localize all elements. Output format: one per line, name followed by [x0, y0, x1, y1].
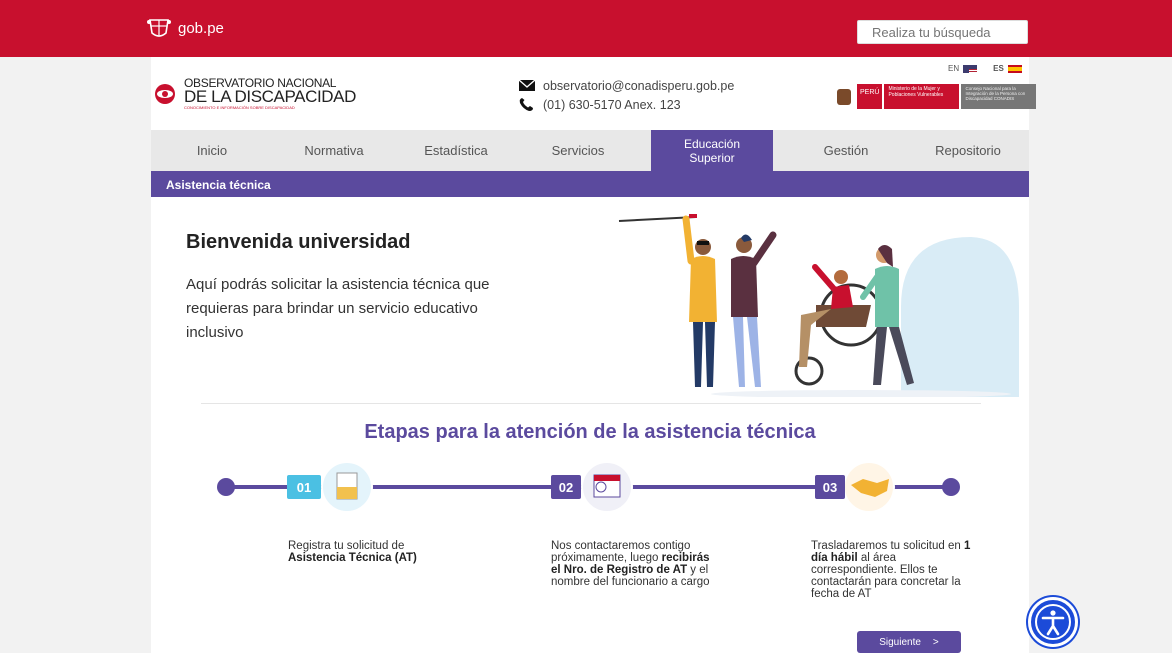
step-2-description: Nos contactaremos contigo próximamente, …: [551, 540, 711, 588]
gov-ministry-label: Ministerio de la Mujer y Poblaciones Vul…: [884, 84, 960, 109]
section-divider: [201, 403, 981, 404]
step-1-text: Registra tu solicitud de: [288, 540, 405, 552]
lang-en[interactable]: EN: [948, 64, 978, 73]
nav-item-educacion-superior[interactable]: Educación Superior: [651, 130, 773, 171]
inclusion-illustration: [618, 214, 1019, 397]
nav-item-servicios[interactable]: Servicios: [517, 130, 639, 171]
accessibility-icon: [1035, 604, 1071, 640]
observatorio-logo[interactable]: OBSERVATORIO NACIONAL DE LA DISCAPACIDAD…: [154, 77, 356, 111]
step-3-description: Trasladaremos tu solicitud en 1 día hábi…: [811, 540, 971, 600]
nav-item-normativa[interactable]: Normativa: [273, 130, 395, 171]
peru-emblem-icon: [837, 88, 851, 105]
lang-en-label: EN: [948, 64, 960, 73]
nav-item-inicio[interactable]: Inicio: [151, 130, 273, 171]
gob-pe-logo[interactable]: gob.pe: [146, 17, 224, 39]
gov-council-label: Consejo Nacional para la Integración de …: [961, 84, 1037, 109]
hero-title: Bienvenida universidad: [186, 231, 411, 253]
spain-flag-icon: [1007, 64, 1022, 73]
nav-item-estadistica[interactable]: Estadística: [395, 130, 517, 171]
mail-icon: [519, 79, 535, 91]
logo-line-2: DE LA DISCAPACIDAD: [184, 87, 356, 106]
usa-flag-icon: [963, 64, 978, 73]
next-button[interactable]: Siguiente >: [857, 631, 961, 653]
stages-timeline: 01 02 03: [217, 461, 960, 513]
top-bar: gob.pe: [0, 0, 1172, 57]
gov-peru-label: PERÚ: [857, 84, 883, 109]
lang-es[interactable]: ES: [993, 64, 1022, 73]
peru-shield-icon: [147, 19, 171, 37]
step-3-number: 03: [823, 480, 837, 495]
hero-text: Aquí podrás solicitar la asistencia técn…: [186, 276, 490, 341]
stages-title: Etapas para la atención de la asistencia…: [364, 421, 816, 443]
search-input[interactable]: [857, 20, 1028, 44]
contact-info: observatorio@conadisperu.gob.pe (01) 630…: [519, 76, 734, 114]
step-3-text: Trasladaremos tu solicitud en: [811, 540, 964, 552]
timeline-start-dot: [217, 478, 235, 496]
nav-item-gestion[interactable]: Gestión: [785, 130, 907, 171]
phone-icon: [519, 98, 533, 111]
next-button-label: Siguiente: [879, 636, 921, 648]
breadcrumb: Asistencia técnica: [151, 171, 1029, 197]
government-logos[interactable]: PERÚ Ministerio de la Mujer y Poblacione…: [837, 84, 1037, 109]
timeline-end-dot: [942, 478, 960, 496]
gob-pe-label: gob.pe: [178, 19, 224, 37]
nav-item-repositorio[interactable]: Repositorio: [907, 130, 1029, 171]
contact-phone[interactable]: (01) 630-5170 Anex. 123: [543, 98, 681, 112]
lang-es-label: ES: [993, 64, 1004, 73]
step-1-number: 01: [297, 480, 311, 495]
observatorio-eye-icon: [155, 84, 175, 104]
accessibility-button[interactable]: [1028, 597, 1078, 647]
page-container: OBSERVATORIO NACIONAL DE LA DISCAPACIDAD…: [151, 57, 1037, 653]
main-nav: Inicio Normativa Estadística Servicios E…: [151, 130, 1029, 171]
language-switcher: EN ES: [948, 64, 1022, 73]
chevron-right-icon: >: [932, 636, 939, 648]
contact-email[interactable]: observatorio@conadisperu.gob.pe: [543, 79, 734, 93]
step-1-description: Registra tu solicitud de Asistencia Técn…: [288, 540, 438, 564]
step-1-bold: Asistencia Técnica (AT): [288, 552, 417, 564]
step-2-number: 02: [559, 480, 573, 495]
